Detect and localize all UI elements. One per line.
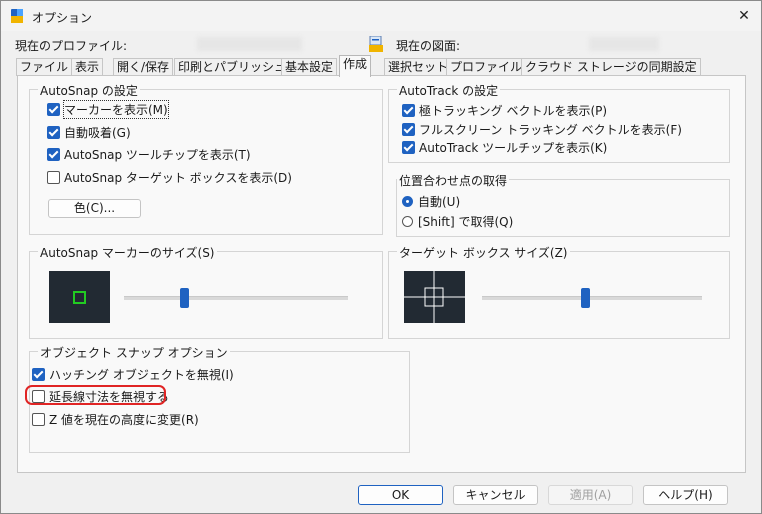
crosshair-icon (404, 271, 465, 323)
checkbox-unchecked-icon[interactable] (32, 413, 45, 426)
group-title: AutoSnap の設定 (38, 82, 140, 99)
checkbox-checked-icon[interactable] (402, 104, 415, 117)
checkbox-checked-icon[interactable] (32, 368, 45, 381)
current-profile-value-redacted (197, 37, 302, 51)
group-title: オブジェクト スナップ オプション (38, 344, 230, 361)
checkbox-checked-icon[interactable] (47, 103, 60, 116)
radio-label: [Shift] で取得(Q) (418, 215, 514, 229)
apply-button[interactable]: 適用(A) (548, 485, 633, 505)
checkbox-show-marker[interactable]: マーカーを表示(M) (47, 100, 169, 119)
checkbox-fullscreen-vector[interactable]: フルスクリーン トラッキング ベクトルを表示(F) (402, 121, 682, 138)
tab-open-save[interactable]: 開く/保存 (113, 58, 174, 76)
group-title: AutoSnap マーカーのサイズ(S) (38, 244, 217, 261)
target-box-slider-track[interactable] (482, 296, 702, 300)
checkbox-label: AutoSnap ターゲット ボックスを表示(D) (64, 171, 292, 185)
marker-size-slider-track[interactable] (124, 296, 348, 300)
tab-cloud-sync[interactable]: クラウド ストレージの同期設定 (521, 58, 701, 76)
app-icon (11, 9, 23, 23)
checkbox-replace-z-value[interactable]: Z 値を現在の高度に変更(R) (32, 411, 199, 428)
radio-shift-acquire[interactable]: [Shift] で取得(Q) (402, 213, 513, 230)
checkbox-label: AutoSnap ツールチップを表示(T) (64, 148, 251, 162)
snap-marker-icon (73, 291, 86, 304)
radio-label: 自動(U) (418, 195, 461, 209)
tab-profiles[interactable]: プロファイル (446, 58, 527, 76)
marker-preview (49, 271, 110, 323)
color-button[interactable]: 色(C)... (48, 199, 141, 218)
tab-files[interactable]: ファイル (16, 58, 73, 76)
window-title: オプション (32, 11, 93, 25)
ok-button[interactable]: OK (358, 485, 443, 505)
checkbox-autotrack-tooltip[interactable]: AutoTrack ツールチップを表示(K) (402, 139, 607, 156)
checkbox-magnet[interactable]: 自動吸着(G) (47, 124, 131, 141)
checkbox-checked-icon[interactable] (402, 141, 415, 154)
help-button[interactable]: ヘルプ(H) (643, 485, 728, 505)
checkbox-checked-icon[interactable] (47, 126, 60, 139)
checkbox-checked-icon[interactable] (47, 148, 60, 161)
tab-display[interactable]: 表示 (71, 58, 104, 76)
tab-system[interactable]: 基本設定 (281, 58, 338, 76)
drawing-icon (369, 36, 383, 52)
checkbox-checked-icon[interactable] (402, 123, 415, 136)
target-box-preview (404, 271, 465, 323)
radio-unselected-icon[interactable] (402, 216, 413, 227)
close-icon[interactable]: ✕ (733, 5, 755, 27)
tab-drafting[interactable]: 作成 (339, 55, 372, 77)
current-drawing-label: 現在の図面: (396, 39, 461, 53)
cancel-button[interactable]: キャンセル (453, 485, 538, 505)
highlight-annotation (25, 385, 166, 405)
checkbox-label: マーカーを表示(M) (63, 100, 169, 119)
options-dialog: オプション ✕ 現在のプロファイル: 現在の図面: ファイル 表示 開く/保存 … (0, 0, 762, 514)
group-title: ターゲット ボックス サイズ(Z) (397, 244, 570, 261)
title-bar: オプション ✕ (1, 1, 761, 31)
checkbox-label: 自動吸着(G) (64, 126, 131, 140)
checkbox-autosnap-tooltip[interactable]: AutoSnap ツールチップを表示(T) (47, 146, 251, 163)
tab-selection[interactable]: 選択セット (384, 58, 453, 76)
current-drawing-value-redacted (589, 37, 659, 51)
checkbox-label: AutoTrack ツールチップを表示(K) (419, 141, 608, 155)
checkbox-label: Z 値を現在の高度に変更(R) (49, 413, 199, 427)
radio-selected-icon[interactable] (402, 196, 413, 207)
group-title: 位置合わせ点の取得 (397, 172, 510, 189)
checkbox-label: フルスクリーン トラッキング ベクトルを表示(F) (419, 123, 682, 137)
current-profile-label: 現在のプロファイル: (15, 39, 128, 53)
tab-plot-publish[interactable]: 印刷とパブリッシュ (174, 58, 291, 76)
checkbox-label: 極トラッキング ベクトルを表示(P) (419, 104, 608, 118)
checkbox-polar-vector[interactable]: 極トラッキング ベクトルを表示(P) (402, 102, 607, 119)
checkbox-ignore-hatch[interactable]: ハッチング オブジェクトを無視(I) (32, 366, 234, 383)
checkbox-aperture-box[interactable]: AutoSnap ターゲット ボックスを表示(D) (47, 169, 292, 186)
target-box-slider-thumb[interactable] (581, 288, 590, 308)
checkbox-unchecked-icon[interactable] (47, 171, 60, 184)
group-title: AutoTrack の設定 (397, 82, 501, 99)
marker-size-slider-thumb[interactable] (180, 288, 189, 308)
radio-automatic[interactable]: 自動(U) (402, 193, 460, 210)
checkbox-label: ハッチング オブジェクトを無視(I) (49, 368, 234, 382)
